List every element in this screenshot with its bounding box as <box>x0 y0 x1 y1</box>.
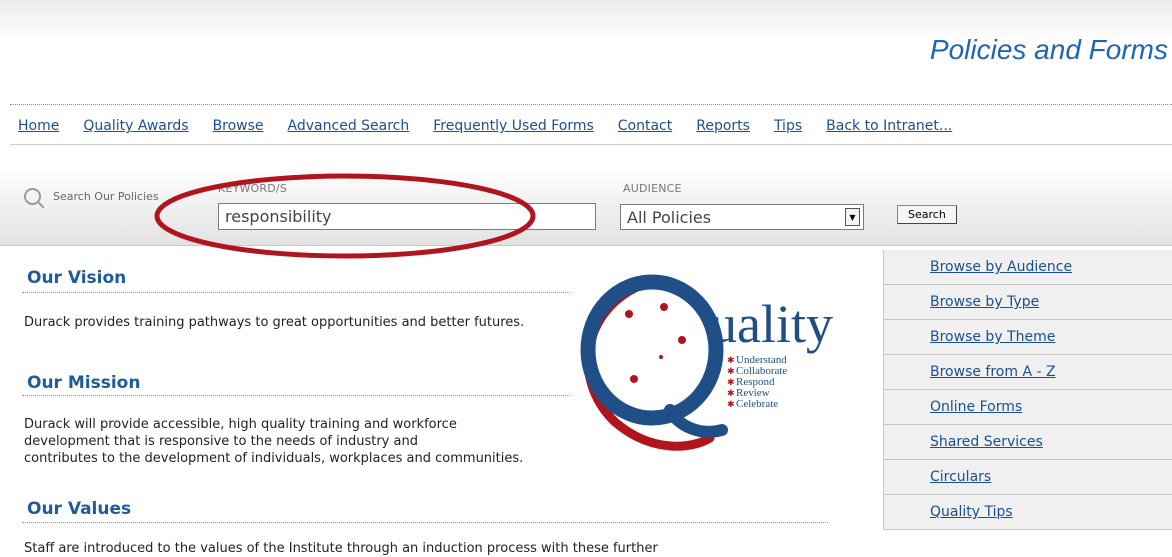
audience-label: AUDIENCE <box>623 182 682 195</box>
nav-link-home[interactable]: Home <box>18 118 59 134</box>
nav-link-contact[interactable]: Contact <box>618 118 672 134</box>
nav-link-browse[interactable]: Browse <box>213 118 264 134</box>
values-text: Staff are introduced to the values of th… <box>24 541 658 556</box>
sidebar-item-circulars[interactable]: Circulars <box>884 460 1172 495</box>
search-label: Search Our Policies <box>53 190 159 203</box>
audience-select[interactable]: All Policies ▼ <box>620 204 864 230</box>
nav-link-reports[interactable]: Reports <box>696 118 750 134</box>
nav-link-frequently-used-forms[interactable]: Frequently Used Forms <box>433 118 594 134</box>
vision-divider <box>22 292 570 293</box>
main-nav: Home Quality Awards Browse Advanced Sear… <box>18 115 976 137</box>
keyword-input[interactable] <box>218 203 596 230</box>
mission-heading: Our Mission <box>27 373 141 393</box>
sidebar-item-browse-by-theme[interactable]: Browse by Theme <box>884 320 1172 355</box>
nav-link-back-to-intranet[interactable]: Back to Intranet... <box>826 118 952 134</box>
values-divider <box>22 522 828 523</box>
mission-text-line-1: Durack will provide accessible, high qua… <box>24 417 457 432</box>
search-heading: Search Our Policies <box>24 188 159 205</box>
nav-link-tips[interactable]: Tips <box>774 118 802 134</box>
svg-text:✱: ✱ <box>727 389 735 399</box>
page-title: Policies and Forms <box>929 34 1168 65</box>
nav-link-quality-awards[interactable]: Quality Awards <box>83 118 188 134</box>
values-heading: Our Values <box>27 499 132 519</box>
vision-heading: Our Vision <box>27 268 127 288</box>
audience-select-value: All Policies <box>627 207 712 227</box>
sidebar-item-shared-services[interactable]: Shared Services <box>884 425 1172 460</box>
svg-text:✱: ✱ <box>727 400 735 410</box>
sidebar-item-online-forms[interactable]: Online Forms <box>884 390 1172 425</box>
chevron-down-icon[interactable]: ▼ <box>845 208 860 226</box>
mission-text-line-3: contributes to the development of indivi… <box>24 451 524 466</box>
sidebar: Browse by Audience Browse by Type Browse… <box>883 250 1172 530</box>
header-bar: Policies and Forms <box>0 0 1172 70</box>
nav-divider <box>10 144 1172 145</box>
nav-link-advanced-search[interactable]: Advanced Search <box>288 118 410 134</box>
sidebar-item-quality-tips[interactable]: Quality Tips <box>884 495 1172 530</box>
logo-line-celebrate: Celebrate <box>736 398 778 410</box>
svg-text:✱: ✱ <box>727 356 735 366</box>
quality-logo: uality Understand Collaborate Respond Re… <box>580 274 833 451</box>
svg-text:✱: ✱ <box>727 378 735 388</box>
vision-text: Durack provides training pathways to gre… <box>24 315 525 330</box>
sidebar-item-browse-by-type[interactable]: Browse by Type <box>884 285 1172 320</box>
mission-divider <box>22 395 570 396</box>
logo-word: uality <box>710 294 833 354</box>
keyword-label: KEYWORD/S <box>218 182 288 195</box>
sidebar-item-browse-by-audience[interactable]: Browse by Audience <box>884 250 1172 285</box>
header-divider <box>10 104 1172 105</box>
svg-text:✱: ✱ <box>727 367 735 377</box>
mission-text-line-2: development that is responsive to the ne… <box>24 434 418 449</box>
search-icon <box>24 188 41 205</box>
sidebar-item-browse-a-z[interactable]: Browse from A - Z <box>884 355 1172 390</box>
search-button[interactable]: Search <box>897 205 957 224</box>
